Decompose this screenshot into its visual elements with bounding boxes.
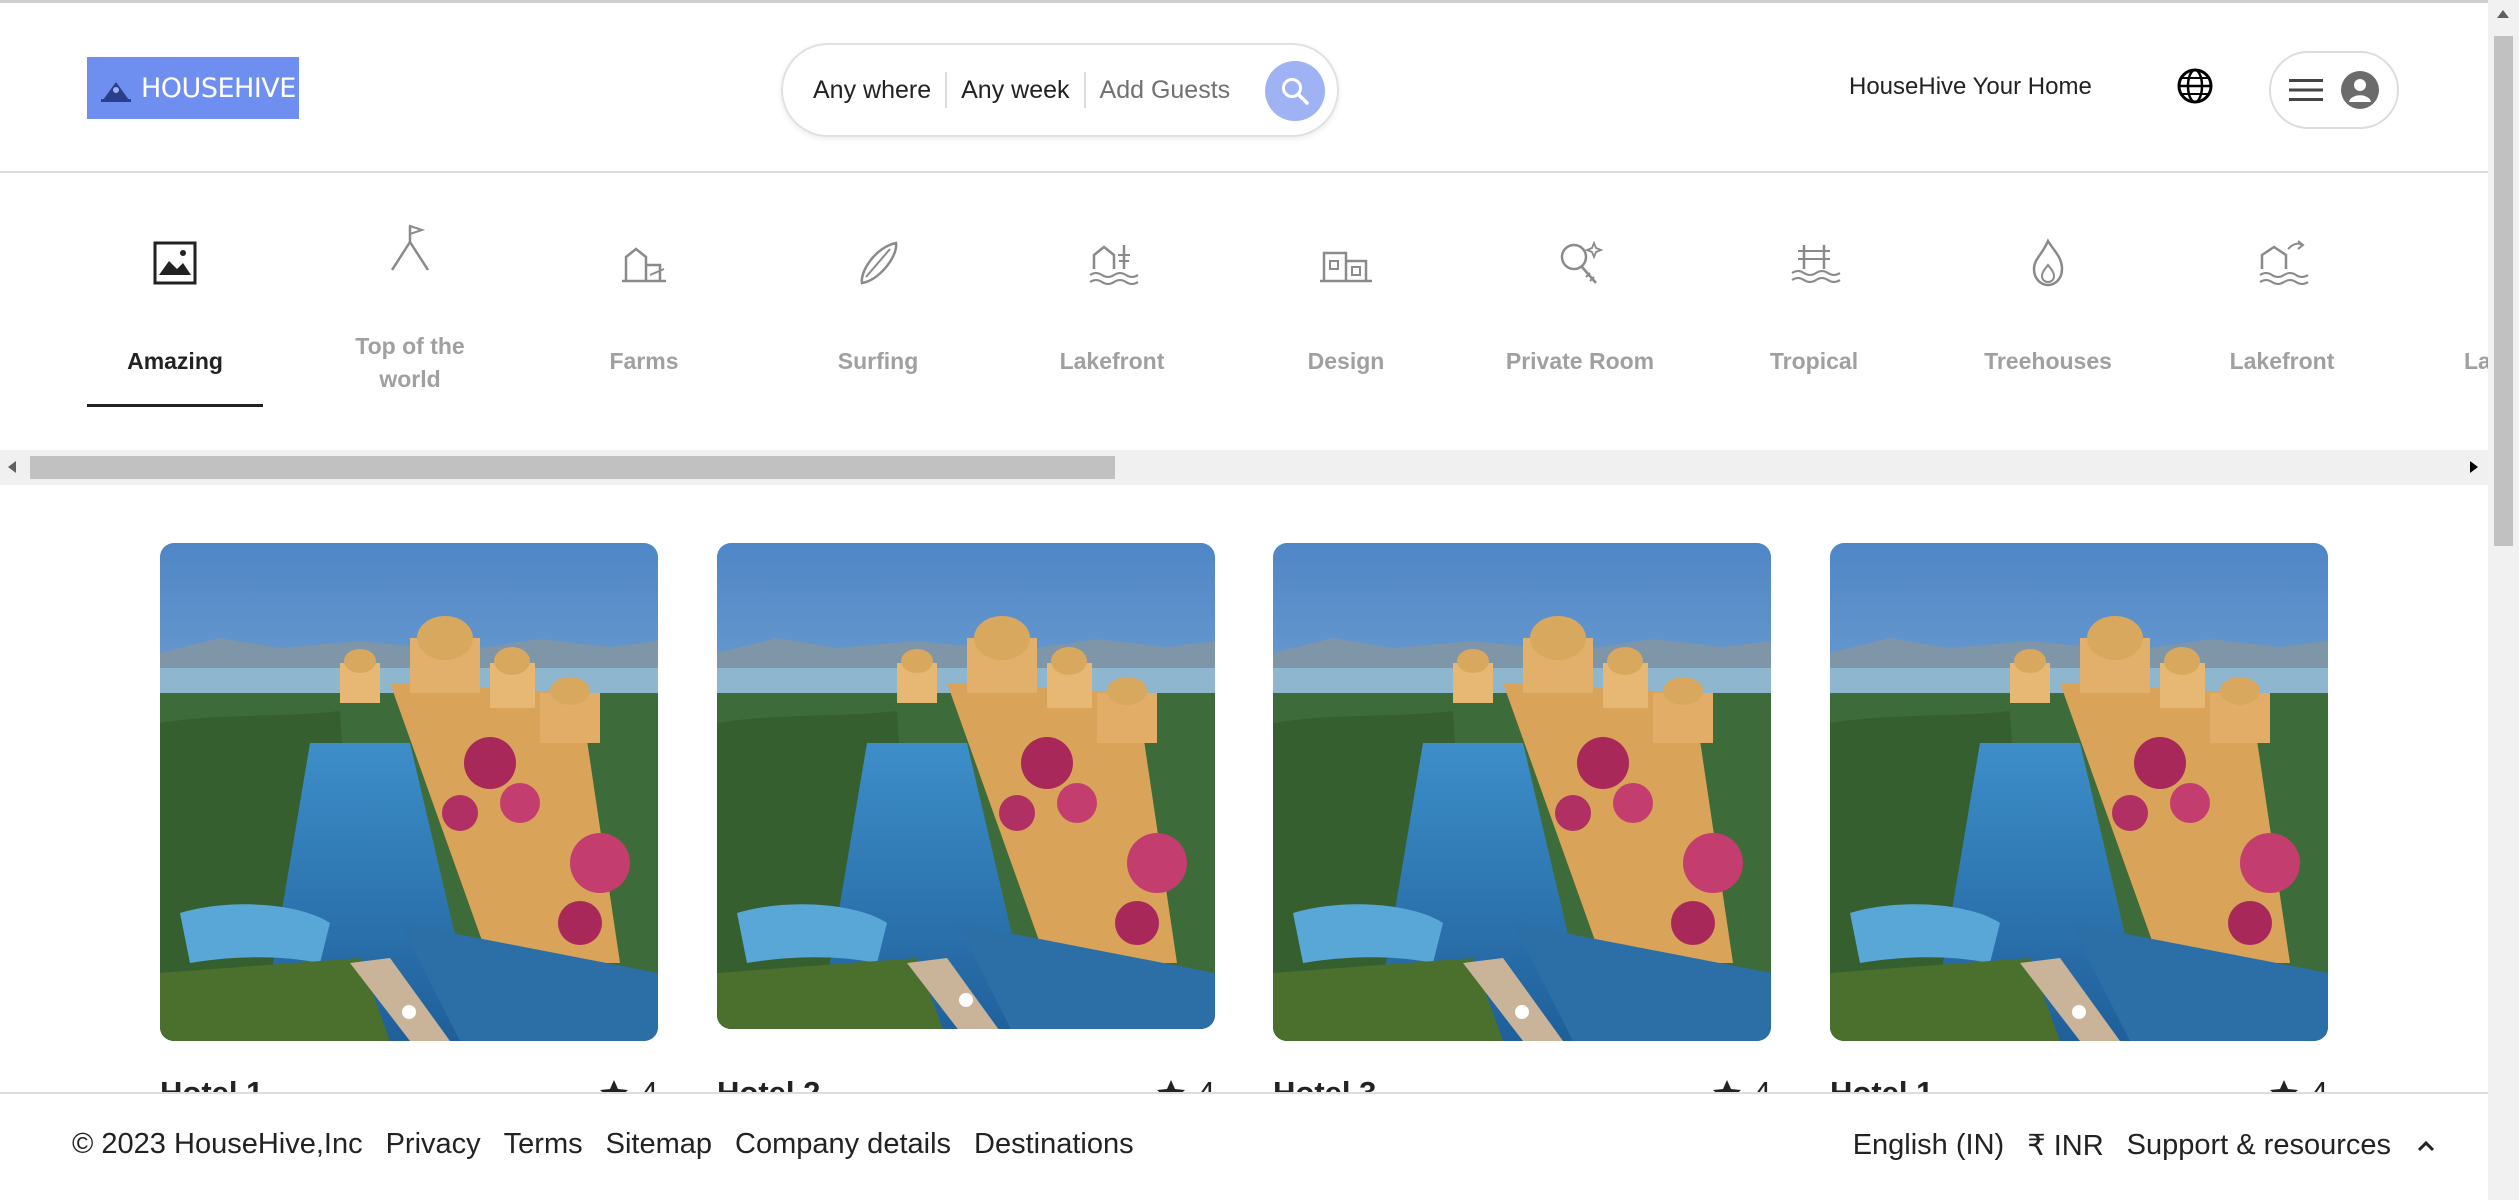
design-house-icon (1320, 251, 1372, 283)
category-treehouses[interactable]: Treehouses (1960, 175, 2136, 407)
category-label: Farms (609, 348, 679, 374)
category-farms[interactable]: Farms (556, 175, 732, 407)
search-location[interactable]: Any where (813, 76, 945, 105)
footer-link-destinations[interactable]: Destinations (974, 1128, 1134, 1161)
flame-icon (2032, 238, 2064, 287)
category-lakefront[interactable]: Lakefront (1024, 175, 1200, 407)
listing-card[interactable]: Hotel 1 4 (1830, 543, 2328, 1110)
page: HOUSEHIVE Any where Any week Add Guests … (0, 0, 2488, 1200)
listing-photo[interactable] (1830, 543, 2328, 1041)
listing-card[interactable]: Hotel 1 4 (160, 543, 658, 1110)
category-label: Private Room (1505, 348, 1655, 374)
category-amazing[interactable]: Amazing (87, 175, 263, 407)
user-menu-button[interactable] (2269, 51, 2399, 129)
site-footer: © 2023 HouseHive,Inc Privacy Terms Sitem… (0, 1092, 2488, 1200)
listing-photo[interactable] (160, 543, 658, 1041)
scrollbar-thumb[interactable] (2494, 36, 2513, 546)
category-label: Amazing (127, 348, 223, 374)
chevron-up-icon[interactable] (2414, 1134, 2438, 1158)
search-bar[interactable]: Any where Any week Add Guests (781, 43, 1339, 137)
category-label: Top of the world (355, 333, 465, 392)
category-private-room[interactable]: Private Room (1492, 175, 1668, 407)
listing-photo[interactable] (1273, 543, 1771, 1041)
category-design[interactable]: Design (1258, 175, 1434, 407)
category-label: La (2464, 348, 2488, 374)
footer-copyright: © 2023 HouseHive,Inc (72, 1128, 363, 1160)
host-link[interactable]: HouseHive Your Home (1849, 73, 2092, 101)
footer-links: © 2023 HouseHive,Inc Privacy Terms Sitem… (72, 1128, 1134, 1161)
carousel-dot[interactable] (402, 1005, 416, 1019)
scroll-left-arrow[interactable] (8, 461, 16, 473)
carousel-dot[interactable] (959, 993, 973, 1007)
footer-settings: English (IN) ₹ INR Support & resources (1853, 1128, 2438, 1163)
scrollbar-thumb[interactable] (30, 456, 1115, 479)
logo-text: HOUSEHIVE (141, 72, 296, 104)
map-frame-icon (153, 241, 197, 285)
footer-link-company-details[interactable]: Company details (735, 1128, 951, 1161)
logo-house-icon (101, 74, 131, 102)
category-top-of-the-world[interactable]: Top of the world (322, 175, 498, 407)
page-scrollbar[interactable] (2488, 0, 2519, 1200)
user-avatar-icon (2341, 71, 2379, 109)
listing-photo[interactable] (717, 543, 1215, 1029)
category-bar: Amazing Top of the world Farms Surfing L… (0, 175, 2488, 450)
category-scrollbar[interactable] (0, 450, 2488, 485)
search-date[interactable]: Any week (947, 76, 1083, 105)
scroll-right-arrow[interactable] (2470, 461, 2478, 473)
surfboard-icon (860, 241, 898, 285)
category-label: Lakefront (2229, 348, 2335, 374)
footer-link-privacy[interactable]: Privacy (386, 1128, 481, 1161)
listing-grid: Hotel 1 4 Hotel 2 4 (0, 485, 2488, 1110)
category-surfing[interactable]: Surfing (790, 175, 966, 407)
category-lakefront-2[interactable]: Lakefront (2194, 175, 2370, 407)
category-label: Design (1307, 348, 1385, 374)
search-icon (1282, 78, 1309, 105)
support-resources-link[interactable]: Support & resources (2127, 1129, 2391, 1162)
logo[interactable]: HOUSEHIVE (87, 57, 299, 119)
currency-selector[interactable]: ₹ INR (2027, 1128, 2103, 1163)
scroll-up-arrow[interactable] (2497, 10, 2509, 18)
listing-card[interactable]: Hotel 3 4 (1273, 543, 1771, 1110)
search-button[interactable] (1265, 61, 1325, 121)
listing-card[interactable]: Hotel 2 4 (717, 543, 1215, 1110)
site-header: HOUSEHIVE Any where Any week Add Guests … (0, 3, 2488, 173)
category-label: Tropical (1769, 348, 1859, 374)
language-selector[interactable]: English (IN) (1853, 1129, 2005, 1162)
farm-icon (622, 247, 666, 283)
search-guests[interactable]: Add Guests (1086, 76, 1245, 105)
footer-link-sitemap[interactable]: Sitemap (606, 1128, 712, 1161)
category-label: Surfing (837, 348, 919, 374)
summit-flag-icon (390, 224, 430, 271)
carousel-dot[interactable] (1515, 1005, 1529, 1019)
globe-icon[interactable] (2176, 67, 2214, 105)
private-room-icon (1560, 240, 1604, 284)
tropical-icon (1791, 245, 1841, 283)
boat-house-icon (2259, 240, 2309, 285)
category-label: Lakefront (1059, 348, 1165, 374)
category-partial[interactable]: La (2428, 175, 2488, 407)
category-tropical[interactable]: Tropical (1726, 175, 1902, 407)
carousel-dot[interactable] (2072, 1005, 2086, 1019)
category-label: Treehouses (1984, 348, 2112, 374)
menu-icon (2289, 79, 2323, 101)
footer-link-terms[interactable]: Terms (504, 1128, 583, 1161)
lakehouse-icon (1089, 245, 1139, 285)
